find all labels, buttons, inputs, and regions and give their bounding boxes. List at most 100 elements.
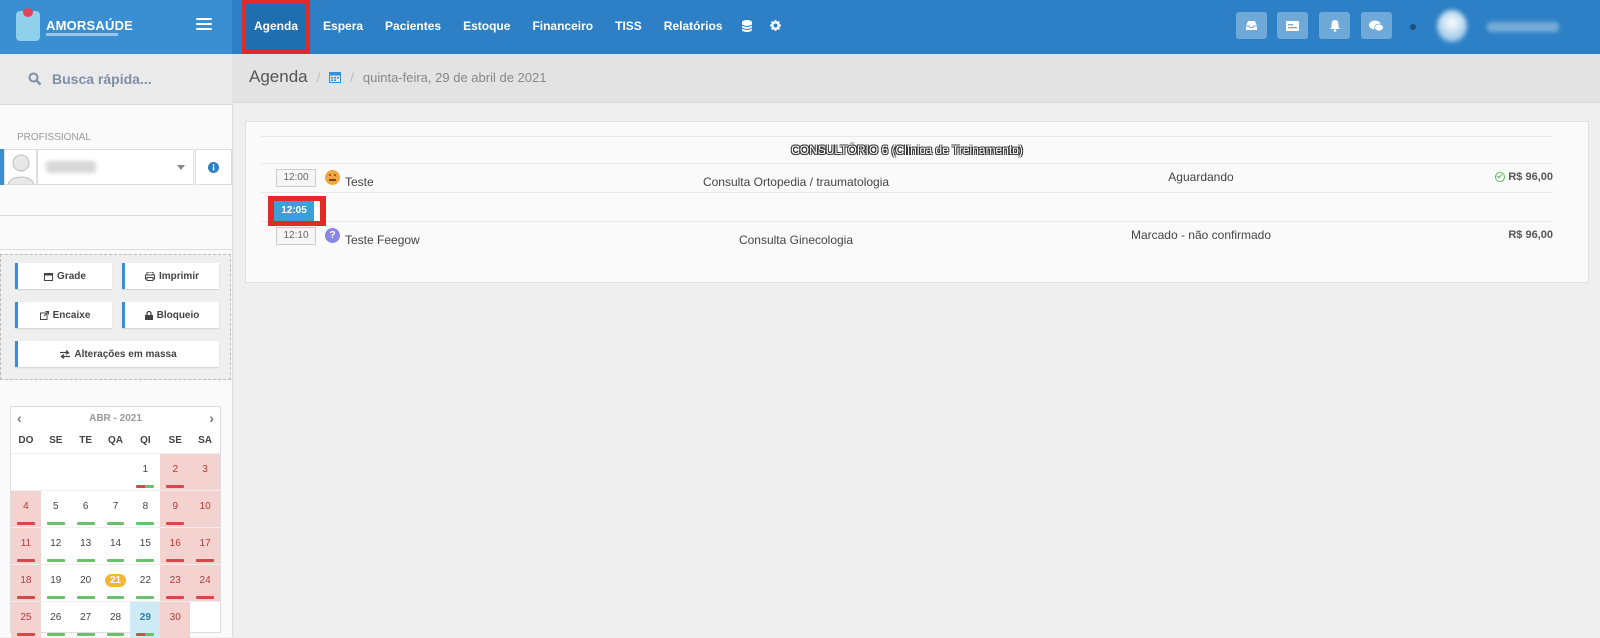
calendar-day[interactable]: 5: [41, 491, 71, 527]
calendar-day[interactable]: 17: [190, 528, 221, 564]
calendar-day-number: 12: [50, 538, 62, 549]
availability-bar: [136, 633, 155, 636]
calendar-day[interactable]: 26: [41, 602, 71, 638]
user-avatar[interactable]: [1437, 10, 1467, 42]
user-name[interactable]: [1487, 22, 1559, 32]
nav-agenda[interactable]: Agenda: [242, 0, 311, 54]
calendar-day-number: 25: [20, 612, 32, 623]
calendar-day[interactable]: 14: [101, 528, 131, 564]
calendar-day[interactable]: 28: [101, 602, 131, 638]
chat-icon[interactable]: [1361, 12, 1392, 39]
calendar-day[interactable]: 19: [41, 565, 71, 601]
print-button[interactable]: Imprimir: [122, 263, 219, 289]
calendar-day[interactable]: 13: [71, 528, 101, 564]
availability-bar: [166, 522, 185, 525]
grade-button[interactable]: Grade: [15, 263, 112, 289]
calendar-day[interactable]: 6: [71, 491, 101, 527]
calendar-day-number: 9: [172, 501, 178, 512]
availability-bar: [136, 596, 155, 599]
nav-pacientes[interactable]: Pacientes: [374, 0, 452, 54]
empty-slot-row[interactable]: [261, 192, 1553, 222]
bloqueio-button[interactable]: Bloqueio: [122, 302, 219, 328]
time-slot[interactable]: 12:10: [276, 227, 316, 245]
availability-bar: [106, 559, 125, 562]
bell-icon[interactable]: [1319, 12, 1350, 39]
calendar-day[interactable]: 29: [130, 602, 161, 638]
availability-bar: [76, 559, 95, 562]
calendar-day[interactable]: 1: [130, 454, 160, 490]
calendar-day-number: 6: [82, 501, 89, 512]
calendar-day[interactable]: 18: [11, 565, 41, 601]
gear-icon[interactable]: [761, 20, 790, 34]
bulk-changes-button[interactable]: Alterações em massa: [15, 341, 219, 367]
professional-label: PROFISSIONAL: [17, 132, 91, 143]
info-button[interactable]: [195, 149, 232, 185]
calendar-day[interactable]: 2: [160, 454, 191, 490]
calendar-day-number: 28: [109, 612, 122, 623]
calendar-day[interactable]: 10: [190, 491, 221, 527]
next-month-icon[interactable]: ›: [209, 410, 214, 426]
calendar-day-number: 1: [142, 464, 149, 475]
calendar-day-number: 13: [80, 538, 92, 549]
database-icon[interactable]: [733, 19, 761, 35]
availability-bar: [76, 633, 95, 636]
weekday-label: SA: [198, 435, 213, 446]
calendar-week: 18 19 20 21 22 23 24: [11, 564, 221, 601]
calendar-day[interactable]: 4: [11, 491, 41, 527]
free-time-slot[interactable]: 12:05: [268, 196, 326, 226]
calendar-day-number: 14: [109, 538, 122, 549]
card-icon[interactable]: [1277, 12, 1308, 39]
calendar-day-number: 8: [142, 501, 149, 512]
calendar-icon[interactable]: [329, 71, 342, 83]
appointment-row[interactable]: 12:00 Teste Consulta Ortopedia / traumat…: [261, 163, 1553, 193]
calendar-day-number: 23: [169, 575, 181, 586]
availability-bar: [46, 596, 65, 599]
weekday-label: DO: [18, 435, 34, 446]
nav-espera[interactable]: Espera: [312, 0, 374, 54]
weekday-label: SE: [168, 435, 182, 446]
availability-bar: [106, 522, 125, 525]
weekday-label: SE: [49, 435, 63, 446]
calendar-day[interactable]: 22: [130, 565, 160, 601]
calendar-day[interactable]: 20: [71, 565, 101, 601]
nav-estoque[interactable]: Estoque: [452, 0, 521, 54]
calendar-day[interactable]: 16: [160, 528, 191, 564]
nav-relatorios[interactable]: Relatórios: [653, 0, 734, 54]
calendar-day-number: 11: [20, 538, 32, 549]
calendar-grid: 1 2 3 4 5 6 7 8 9 10 11 12 13 14 15 16 17 18 19 20 21 22 23 24 2…: [11, 453, 221, 638]
calendar-icon: [44, 272, 54, 281]
calendar-day[interactable]: 21: [101, 565, 131, 601]
encaixe-button[interactable]: Encaixe: [15, 302, 112, 328]
calendar-day[interactable]: 9: [160, 491, 191, 527]
appointment-row[interactable]: 12:10 ? Teste Feegow Consulta Ginecologi…: [261, 221, 1553, 250]
prev-month-icon[interactable]: ‹: [17, 410, 22, 426]
professional-select[interactable]: [37, 149, 194, 185]
calendar-day[interactable]: 3: [190, 454, 221, 490]
time-slot[interactable]: 12:00: [276, 169, 316, 187]
inbox-icon[interactable]: [1236, 12, 1267, 39]
calendar-day[interactable]: 27: [71, 602, 101, 638]
menu-toggle-icon[interactable]: [196, 18, 212, 32]
calendar-day-number: 4: [23, 501, 29, 512]
calendar-day[interactable]: 7: [101, 491, 131, 527]
calendar-day-number: 30: [169, 612, 181, 623]
calendar-weekdays: DO SE TE QA QI SE SA: [11, 429, 220, 453]
calendar-day[interactable]: 24: [190, 565, 221, 601]
calendar-empty-cell: [190, 602, 220, 638]
patient-name[interactable]: Teste Feegow: [345, 233, 420, 247]
availability-bar: [106, 633, 125, 636]
calendar-day[interactable]: 15: [130, 528, 160, 564]
calendar-day[interactable]: 8: [130, 491, 160, 527]
calendar-day[interactable]: 11: [11, 528, 41, 564]
quick-search[interactable]: Busca rápida...: [0, 54, 232, 105]
divider: [0, 249, 232, 250]
calendar-day[interactable]: 12: [41, 528, 71, 564]
availability-bar: [196, 559, 215, 562]
calendar-day[interactable]: 25: [11, 602, 41, 638]
nav-financeiro[interactable]: Financeiro: [521, 0, 604, 54]
calendar-day[interactable]: 23: [160, 565, 191, 601]
nav-tiss[interactable]: TISS: [604, 0, 653, 54]
calendar-week: 4 5 6 7 8 9 10: [11, 490, 221, 527]
patient-name[interactable]: Teste: [345, 175, 374, 189]
calendar-day[interactable]: 30: [160, 602, 191, 638]
